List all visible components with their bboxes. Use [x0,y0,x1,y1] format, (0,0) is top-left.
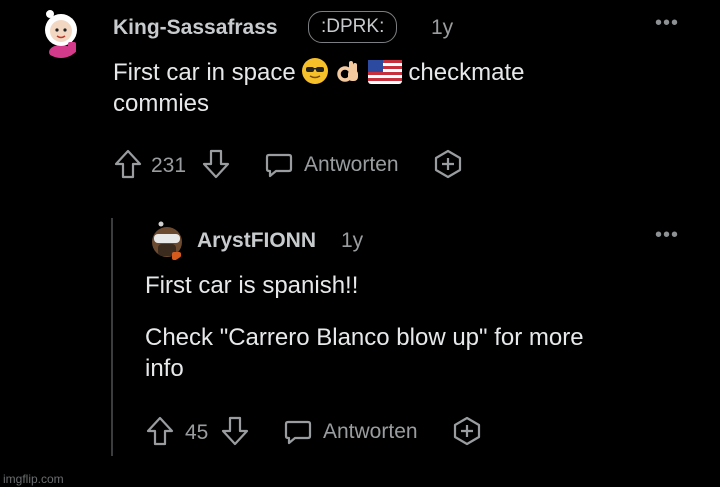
comment-age[interactable]: 1y [431,16,453,40]
more-options-icon[interactable]: ••• [655,224,679,247]
vote-score: 231 [151,154,187,177]
thread-line[interactable] [111,218,113,456]
upvote-icon[interactable] [113,148,143,180]
reply-icon [283,417,313,447]
us-flag-icon [367,60,402,84]
username[interactable]: King-Sassafrass [113,16,278,40]
comment-text-line2: commies [113,90,210,117]
comment-body: Check "Carrero Blanco blow up" for more … [145,322,705,384]
user-flair: :DPRK: [308,11,398,43]
comment-body: First car is spanish!! [145,270,685,301]
comment-age[interactable]: 1y [341,229,363,253]
reply-label: Antworten [304,153,399,176]
comment-paragraph-line2: info [145,355,184,382]
reply-button[interactable]: Antworten [283,415,443,449]
vote-score: 45 [185,421,209,444]
sunglasses-face-icon [302,58,329,84]
comment-body: First car in space checkmate commies [113,57,673,119]
avatar[interactable] [146,218,188,262]
downvote-icon[interactable] [201,148,231,180]
watermark: imgflip.com [3,472,64,486]
ok-hand-icon [335,58,361,84]
username[interactable]: ArystFIONN [197,229,316,253]
downvote-icon[interactable] [220,415,250,447]
comment-paragraph-line1: Check "Carrero Blanco blow up" for more [145,324,584,351]
comment-text: First car in space [113,59,296,86]
avatar[interactable] [38,6,84,58]
comment-paragraph: First car is spanish!! [145,272,359,299]
reply-button[interactable]: Antworten [264,148,424,182]
reply-icon [264,150,294,180]
award-icon[interactable] [432,148,464,180]
more-options-icon[interactable]: ••• [655,12,679,35]
reply-label: Antworten [323,420,418,443]
comment-text-continued: checkmate [408,59,525,86]
upvote-icon[interactable] [145,415,175,447]
award-icon[interactable] [451,415,483,447]
